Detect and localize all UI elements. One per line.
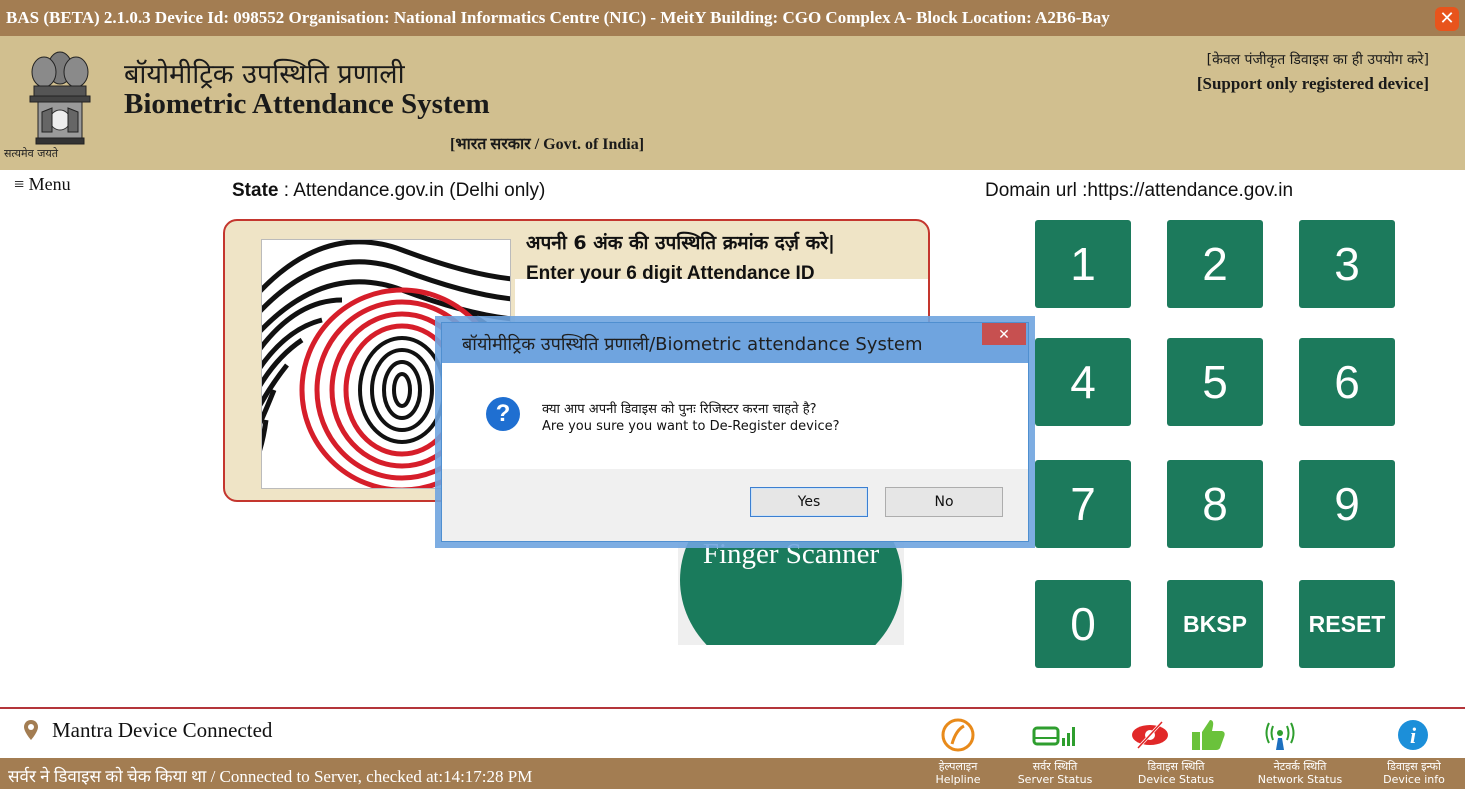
no-button[interactable]: No xyxy=(885,487,1003,517)
server-check-status: सर्वर ने डिवाइस को चेक किया था / Connect… xyxy=(8,767,533,786)
state-info: State : Attendance.gov.in (Delhi only) xyxy=(232,180,545,202)
device-status-label-hindi: डिवाइस स्थिति xyxy=(1147,760,1205,773)
support-notice-hindi: [केवल पंजीकृत डिवाइस का ही उपयोग करे] xyxy=(1206,52,1429,68)
govt-label: [भारत सरकार / Govt. of India] xyxy=(450,136,645,153)
state-label: State xyxy=(232,180,279,201)
server-status-label[interactable]: सर्वर स्थिति Server Status xyxy=(1008,760,1102,786)
device-status-label[interactable]: डिवाइस स्थिति Device Status xyxy=(1124,760,1228,786)
national-emblem-icon xyxy=(29,51,91,145)
device-connected-text: Mantra Device Connected xyxy=(52,718,273,742)
device-info-icon[interactable]: i xyxy=(1395,718,1431,752)
domain-url: Domain url :https://attendance.gov.in xyxy=(985,180,1294,201)
deregister-dialog: बॉयोमीट्रिक उपस्थिति प्रणाली/Biometric a… xyxy=(441,322,1029,542)
status-divider xyxy=(0,707,1465,709)
device-status-label-english: Device Status xyxy=(1137,773,1215,786)
device-info-label-hindi: डिवाइस इन्फो xyxy=(1387,760,1441,773)
keypad-reset-button[interactable]: RESET xyxy=(1299,580,1395,668)
close-icon[interactable]: ✕ xyxy=(1435,7,1459,31)
keypad-key-6[interactable]: 6 xyxy=(1299,338,1395,426)
keypad-key-4[interactable]: 4 xyxy=(1035,338,1131,426)
keypad-key-0[interactable]: 0 xyxy=(1035,580,1131,668)
dialog-message-hindi: क्या आप अपनी डिवाइस को पुनः रिजिस्टर करन… xyxy=(542,402,817,417)
dialog-message-english: Are you sure you want to De-Register dev… xyxy=(542,419,840,434)
app-header: सत्यमेव जयते बॉयोमीट्रिक उपस्थिति प्रणाल… xyxy=(0,36,1465,170)
helpline-icon[interactable] xyxy=(940,718,976,752)
thumbs-up-icon xyxy=(1188,718,1228,752)
svg-text:i: i xyxy=(1410,723,1417,748)
dialog-title: बॉयोमीट्रिक उपस्थिति प्रणाली/Biometric a… xyxy=(462,334,923,355)
prompt-english: Enter your 6 digit Attendance ID xyxy=(526,263,815,284)
window-title: BAS (BETA) 2.1.0.3 Device Id: 098552 Org… xyxy=(6,8,1110,27)
keypad-key-9[interactable]: 9 xyxy=(1299,460,1395,548)
keypad-key-5[interactable]: 5 xyxy=(1167,338,1263,426)
location-pin-icon xyxy=(24,720,38,740)
keypad-key-7[interactable]: 7 xyxy=(1035,460,1131,548)
question-icon: ? xyxy=(486,397,520,431)
dialog-close-button[interactable]: ✕ xyxy=(982,323,1026,345)
helpline-label-english: Helpline xyxy=(935,773,981,786)
keypad-backspace-button[interactable]: BKSP xyxy=(1167,580,1263,668)
emblem-motto: सत्यमेव जयते xyxy=(4,147,59,160)
device-info-label-english: Device info xyxy=(1383,773,1445,786)
dialog-titlebar[interactable]: बॉयोमीट्रिक उपस्थिति प्रणाली/Biometric a… xyxy=(442,323,1028,363)
keypad-key-3[interactable]: 3 xyxy=(1299,220,1395,308)
finger-scanner-label: Finger Scanner xyxy=(702,538,880,570)
network-status-icon[interactable] xyxy=(1262,718,1298,752)
menu-button[interactable]: ≡ Menu xyxy=(14,174,71,195)
keypad-key-1[interactable]: 1 xyxy=(1035,220,1131,308)
device-info-label[interactable]: डिवाइस इन्फो Device info xyxy=(1366,760,1462,786)
device-status-icon[interactable] xyxy=(1130,718,1170,752)
server-status-icon[interactable] xyxy=(1030,718,1080,752)
app-title-hindi: बॉयोमीट्रिक उपस्थिति प्रणाली xyxy=(124,59,405,90)
app-title-english: Biometric Attendance System xyxy=(124,88,490,120)
window-titlebar: BAS (BETA) 2.1.0.3 Device Id: 098552 Org… xyxy=(0,0,1465,36)
state-value: : Attendance.gov.in (Delhi only) xyxy=(278,180,546,201)
prompt-hindi: अपनी 6 अंक की उपस्थिति क्रमांक दर्ज़ करे… xyxy=(526,232,835,254)
network-status-label-hindi: नेटवर्क स्थिति xyxy=(1273,760,1327,773)
yes-button[interactable]: Yes xyxy=(750,487,868,517)
keypad-key-2[interactable]: 2 xyxy=(1167,220,1263,308)
server-status-label-english: Server Status xyxy=(1017,773,1093,786)
device-connection-status: Mantra Device Connected xyxy=(24,718,272,743)
support-notice-english: [Support only registered device] xyxy=(1196,74,1429,93)
network-status-label[interactable]: नेटवर्क स्थिति Network Status xyxy=(1246,760,1354,786)
server-status-label-hindi: सर्वर स्थिति xyxy=(1032,760,1078,773)
helpline-label-hindi: हेल्पलाइन xyxy=(938,760,978,773)
dialog-body: ? क्या आप अपनी डिवाइस को पुनः रिजिस्टर क… xyxy=(442,363,1028,469)
keypad-key-8[interactable]: 8 xyxy=(1167,460,1263,548)
network-status-label-english: Network Status xyxy=(1257,773,1343,786)
helpline-label[interactable]: हेल्पलाइन Helpline xyxy=(926,760,990,786)
